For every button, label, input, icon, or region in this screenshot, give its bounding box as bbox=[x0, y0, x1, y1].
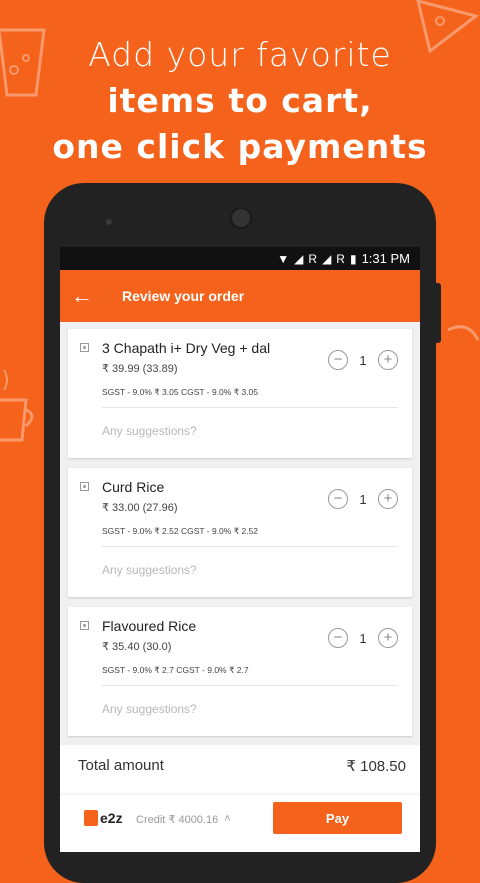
item-name: 3 Chapath i+ Dry Veg + dal bbox=[102, 340, 271, 356]
chevron-up-icon: ˄ bbox=[224, 813, 231, 825]
item-price: ₹ 39.99 (33.89) bbox=[102, 363, 178, 375]
order-item-card: 3 Chapath i+ Dry Veg + dal ₹ 39.99 (33.8… bbox=[68, 329, 412, 458]
phone-sensor bbox=[106, 219, 112, 225]
roaming-icon: R bbox=[336, 251, 345, 266]
item-name: Flavoured Rice bbox=[102, 618, 197, 634]
app-bar: ← Review your order bbox=[60, 270, 420, 322]
phone-screen: ▼ ◢ R ◢ R ▮ 1:31 PM ← Review your order … bbox=[60, 247, 420, 852]
phone-side-button bbox=[436, 283, 441, 343]
order-footer: Total amount ₹ 108.50 e2z Credit ₹ 4000.… bbox=[60, 745, 420, 852]
battery-icon: ▮ bbox=[349, 251, 357, 266]
roaming-icon: R bbox=[308, 251, 318, 266]
status-time: 1:31 PM bbox=[361, 251, 410, 266]
item-name: Curd Rice bbox=[102, 479, 165, 495]
pay-button[interactable]: Pay bbox=[273, 802, 402, 834]
quantity-value: 1 bbox=[359, 491, 367, 507]
total-row: Total amount ₹ 108.50 bbox=[78, 757, 406, 775]
signal-icon: ◢ bbox=[322, 251, 332, 266]
increment-button[interactable]: + bbox=[378, 628, 398, 648]
item-tax: SGST - 9.0% ₹ 2.7 CGST - 9.0% ₹ 2.7 bbox=[102, 665, 249, 675]
veg-indicator-icon bbox=[80, 621, 89, 630]
quantity-stepper: − 1 + bbox=[328, 489, 398, 509]
quantity-value: 1 bbox=[359, 630, 367, 646]
increment-button[interactable]: + bbox=[378, 350, 398, 370]
suggestions-input[interactable] bbox=[102, 563, 302, 577]
credit-balance[interactable]: Credit ₹ 4000.16 ˄ bbox=[136, 813, 231, 826]
divider bbox=[102, 407, 398, 408]
wallet-brand: e2z bbox=[100, 810, 123, 826]
total-value: ₹ 108.50 bbox=[346, 758, 406, 775]
credit-text: Credit ₹ 4000.16 bbox=[136, 814, 219, 826]
signal-icon: ◢ bbox=[294, 251, 304, 266]
wallet-logo-icon bbox=[84, 810, 98, 826]
suggestions-input[interactable] bbox=[102, 702, 302, 716]
quantity-stepper: − 1 + bbox=[328, 628, 398, 648]
wifi-icon: ▼ bbox=[277, 251, 290, 266]
order-item-list: 3 Chapath i+ Dry Veg + dal ₹ 39.99 (33.8… bbox=[60, 322, 420, 736]
headline-line-3: one click payments bbox=[52, 127, 428, 166]
suggestions-input[interactable] bbox=[102, 424, 302, 438]
phone-frame: ▼ ◢ R ◢ R ▮ 1:31 PM ← Review your order … bbox=[44, 183, 441, 883]
coffee-cup-icon bbox=[0, 369, 34, 442]
decrement-button[interactable]: − bbox=[328, 350, 348, 370]
decrement-button[interactable]: − bbox=[328, 628, 348, 648]
headline-line-1: Add your favorite bbox=[88, 35, 392, 74]
headline-line-2: items to cart, bbox=[107, 81, 373, 120]
status-bar: ▼ ◢ R ◢ R ▮ 1:31 PM bbox=[60, 247, 420, 270]
food-outline-icon bbox=[447, 325, 480, 341]
increment-button[interactable]: + bbox=[378, 489, 398, 509]
divider bbox=[102, 546, 398, 547]
payment-bar: e2z Credit ₹ 4000.16 ˄ Pay bbox=[60, 795, 420, 852]
order-item-card: Curd Rice ₹ 33.00 (27.96) SGST - 9.0% ₹ … bbox=[68, 468, 412, 597]
item-price: ₹ 35.40 (30.0) bbox=[102, 641, 172, 653]
quantity-stepper: − 1 + bbox=[328, 350, 398, 370]
veg-indicator-icon bbox=[80, 343, 89, 352]
back-arrow-icon[interactable]: ← bbox=[60, 283, 104, 309]
total-label: Total amount bbox=[78, 757, 164, 774]
decrement-button[interactable]: − bbox=[328, 489, 348, 509]
page-title: Review your order bbox=[122, 288, 245, 304]
order-item-card: Flavoured Rice ₹ 35.40 (30.0) SGST - 9.0… bbox=[68, 607, 412, 736]
divider bbox=[102, 685, 398, 686]
item-price: ₹ 33.00 (27.96) bbox=[102, 502, 178, 514]
promo-headline: Add your favorite items to cart, one cli… bbox=[0, 32, 480, 170]
quantity-value: 1 bbox=[359, 352, 367, 368]
item-tax: SGST - 9.0% ₹ 3.05 CGST - 9.0% ₹ 3.05 bbox=[102, 387, 259, 397]
phone-camera bbox=[230, 207, 252, 229]
veg-indicator-icon bbox=[80, 482, 89, 491]
item-tax: SGST - 9.0% ₹ 2.52 CGST - 9.0% ₹ 2.52 bbox=[102, 526, 259, 536]
wallet-logo: e2z bbox=[84, 810, 123, 826]
